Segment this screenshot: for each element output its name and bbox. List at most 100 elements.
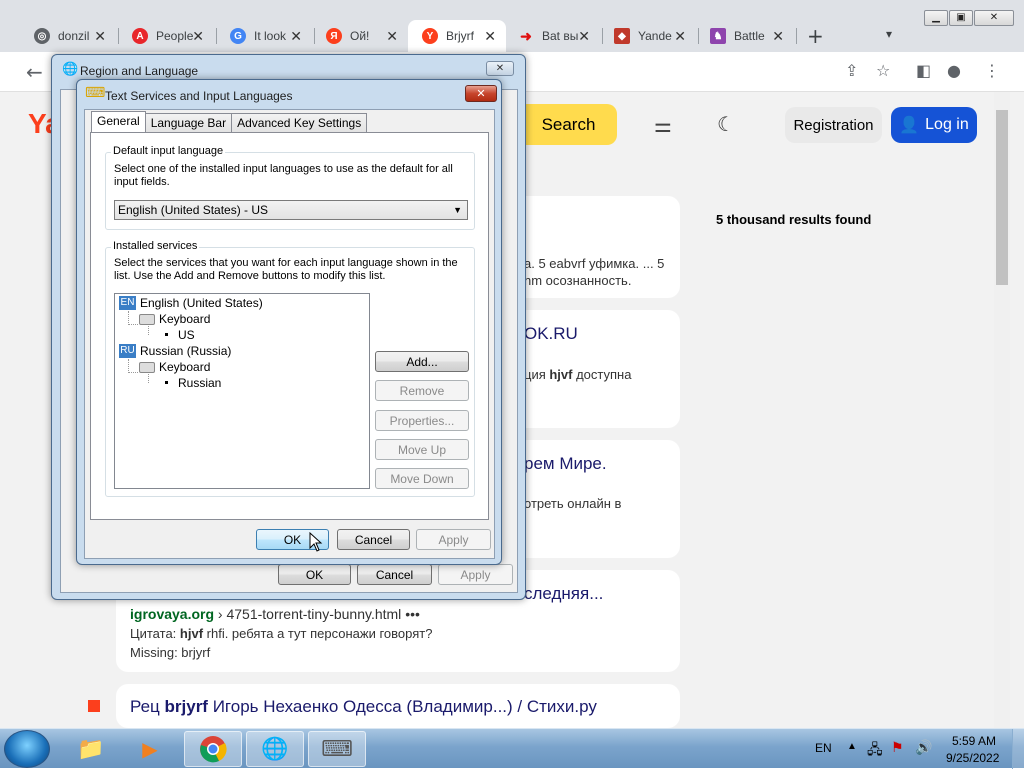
tab-brjyrf[interactable]: Y Brjyrf ✕: [408, 20, 506, 52]
tab-general[interactable]: General: [91, 111, 146, 132]
search-button[interactable]: Search: [520, 104, 617, 145]
tree-line: [128, 359, 129, 373]
google-icon: G: [230, 28, 246, 44]
maximize-icon[interactable]: ▣: [949, 10, 973, 26]
snippet-highlight: hjvf: [179, 626, 204, 641]
move-down-button[interactable]: Move Down: [375, 468, 469, 489]
keyboard-icon: ⌨: [321, 736, 353, 762]
user-icon: 👤: [899, 117, 920, 134]
tab-bat[interactable]: ➜ Bat вы ✕: [504, 20, 600, 52]
dialog-tabs: General Language Bar Advanced Key Settin…: [91, 111, 368, 133]
registration-button[interactable]: Registration: [785, 107, 882, 143]
result-title[interactable]: Рец brjyrf Игорь Нехаенко Одесса (Владим…: [130, 697, 597, 717]
default-language-select[interactable]: English (United States) - US ▼: [114, 200, 468, 220]
result-snippet: nm осознанность.: [524, 273, 632, 288]
new-tab-button[interactable]: +: [807, 24, 824, 48]
ok-button[interactable]: OK: [278, 564, 351, 585]
close-icon[interactable]: ✕: [486, 61, 514, 76]
show-desktop-button[interactable]: [1012, 729, 1024, 769]
taskbar-chrome[interactable]: [184, 731, 242, 767]
more-dots-icon[interactable]: •••: [405, 606, 420, 622]
close-icon[interactable]: ✕: [192, 28, 204, 45]
clock-date[interactable]: 9/25/2022: [946, 751, 999, 765]
properties-button[interactable]: Properties...: [375, 410, 469, 431]
close-icon[interactable]: ✕: [290, 28, 302, 45]
tree-line: [148, 374, 149, 383]
move-up-button[interactable]: Move Up: [375, 439, 469, 460]
language-indicator[interactable]: EN: [815, 741, 832, 755]
share-icon[interactable]: ⇪: [845, 61, 858, 80]
tab-google[interactable]: G It look ✕: [216, 20, 312, 52]
tree-item-layout-russian[interactable]: Russian: [178, 376, 221, 390]
close-icon[interactable]: ✕: [484, 28, 496, 45]
apply-button[interactable]: Apply: [438, 564, 513, 585]
tree-item-keyboard[interactable]: Keyboard: [159, 360, 210, 374]
tree-item-keyboard[interactable]: Keyboard: [159, 312, 210, 326]
tab-title: donzil: [58, 29, 90, 43]
taskbar-explorer[interactable]: 📁: [62, 731, 120, 767]
media-player-icon: ▶: [142, 737, 158, 761]
keyboard-icon: [139, 314, 155, 325]
battle-icon: ♞: [710, 28, 726, 44]
close-icon[interactable]: ✕: [465, 85, 497, 102]
tab-oy[interactable]: Я Ой! ✕: [312, 20, 408, 52]
profile-avatar-icon[interactable]: ●: [947, 61, 961, 80]
tree-item-layout-us[interactable]: US: [178, 328, 195, 342]
result-title[interactable]: следняя...: [524, 584, 603, 604]
clock-time[interactable]: 5:59 AM: [952, 734, 996, 748]
menu-kebab-icon[interactable]: ⋮: [984, 61, 1000, 80]
tab-people[interactable]: A People ✕: [118, 20, 214, 52]
apply-button[interactable]: Apply: [416, 529, 491, 550]
tree-item-english[interactable]: English (United States): [140, 296, 263, 310]
add-button[interactable]: Add...: [375, 351, 469, 372]
back-arrow-icon[interactable]: ←: [26, 60, 43, 84]
tab-advanced-key-settings[interactable]: Advanced Key Settings: [231, 113, 368, 132]
login-button[interactable]: 👤 Log in: [891, 107, 977, 143]
result-title[interactable]: рем Мире.: [524, 454, 607, 474]
tab-title: Bat вы: [542, 29, 579, 43]
text-services-icon: ⌨: [85, 85, 106, 101]
close-icon[interactable]: ✕: [94, 28, 106, 45]
tab-battle[interactable]: ♞ Battle ✕: [696, 20, 794, 52]
tab-language-bar[interactable]: Language Bar: [144, 113, 233, 132]
bookmark-star-icon[interactable]: ☆: [876, 61, 890, 80]
close-icon[interactable]: ✕: [772, 28, 784, 45]
volume-icon[interactable]: 🔊: [915, 739, 932, 756]
group-label: Default input language: [111, 145, 226, 157]
folder-icon: 📁: [77, 736, 105, 762]
result-title[interactable]: OK.RU: [524, 324, 578, 344]
close-icon[interactable]: ✕: [578, 28, 590, 45]
title-highlight: brjyrf: [164, 697, 208, 716]
action-center-icon[interactable]: ⚑: [891, 739, 904, 756]
snippet-text: Цитата:: [130, 626, 180, 641]
side-panel-icon[interactable]: ◧: [916, 61, 931, 80]
close-window-icon[interactable]: ✕: [974, 10, 1014, 26]
tab-title: Ой!: [350, 29, 370, 43]
start-button[interactable]: [4, 730, 50, 768]
tab-donzil[interactable]: ◎ donzil ✕: [20, 20, 116, 52]
close-icon[interactable]: ✕: [674, 28, 686, 45]
taskbar-region-language[interactable]: 🌐: [246, 731, 304, 767]
taskbar-media-player[interactable]: ▶: [121, 731, 179, 767]
close-icon[interactable]: ✕: [386, 28, 398, 45]
result-snippet: ция hjvf доступна: [524, 367, 631, 382]
cancel-button[interactable]: Cancel: [337, 529, 410, 550]
dark-mode-moon-icon[interactable]: ☾: [717, 112, 735, 136]
windows-taskbar: 📁 ▶ 🌐 ⌨ EN ▲ 🖧 ⚑ 🔊 5:59 AM 9/25/2022: [0, 728, 1024, 769]
scrollbar-thumb[interactable]: [996, 110, 1008, 285]
filters-icon[interactable]: ⚌: [654, 113, 672, 137]
group-description: Select one of the installed input langua…: [114, 163, 453, 188]
tab-search-icon[interactable]: ▾: [886, 27, 892, 41]
cancel-button[interactable]: Cancel: [357, 564, 432, 585]
network-icon[interactable]: 🖧: [867, 739, 883, 763]
login-label: Log in: [925, 116, 969, 133]
result-url[interactable]: igrovaya.org › 4751-torrent-tiny-bunny.h…: [130, 606, 420, 622]
show-hidden-icons-icon[interactable]: ▲: [847, 741, 857, 752]
tab-separator: [796, 28, 797, 44]
taskbar-text-services[interactable]: ⌨: [308, 731, 366, 767]
minimize-icon[interactable]: ▁: [924, 10, 948, 26]
tree-item-russian[interactable]: Russian (Russia): [140, 344, 231, 358]
tab-title: Battle: [734, 29, 765, 43]
remove-button[interactable]: Remove: [375, 380, 469, 401]
tab-yandex[interactable]: ◆ Yande ✕: [600, 20, 696, 52]
